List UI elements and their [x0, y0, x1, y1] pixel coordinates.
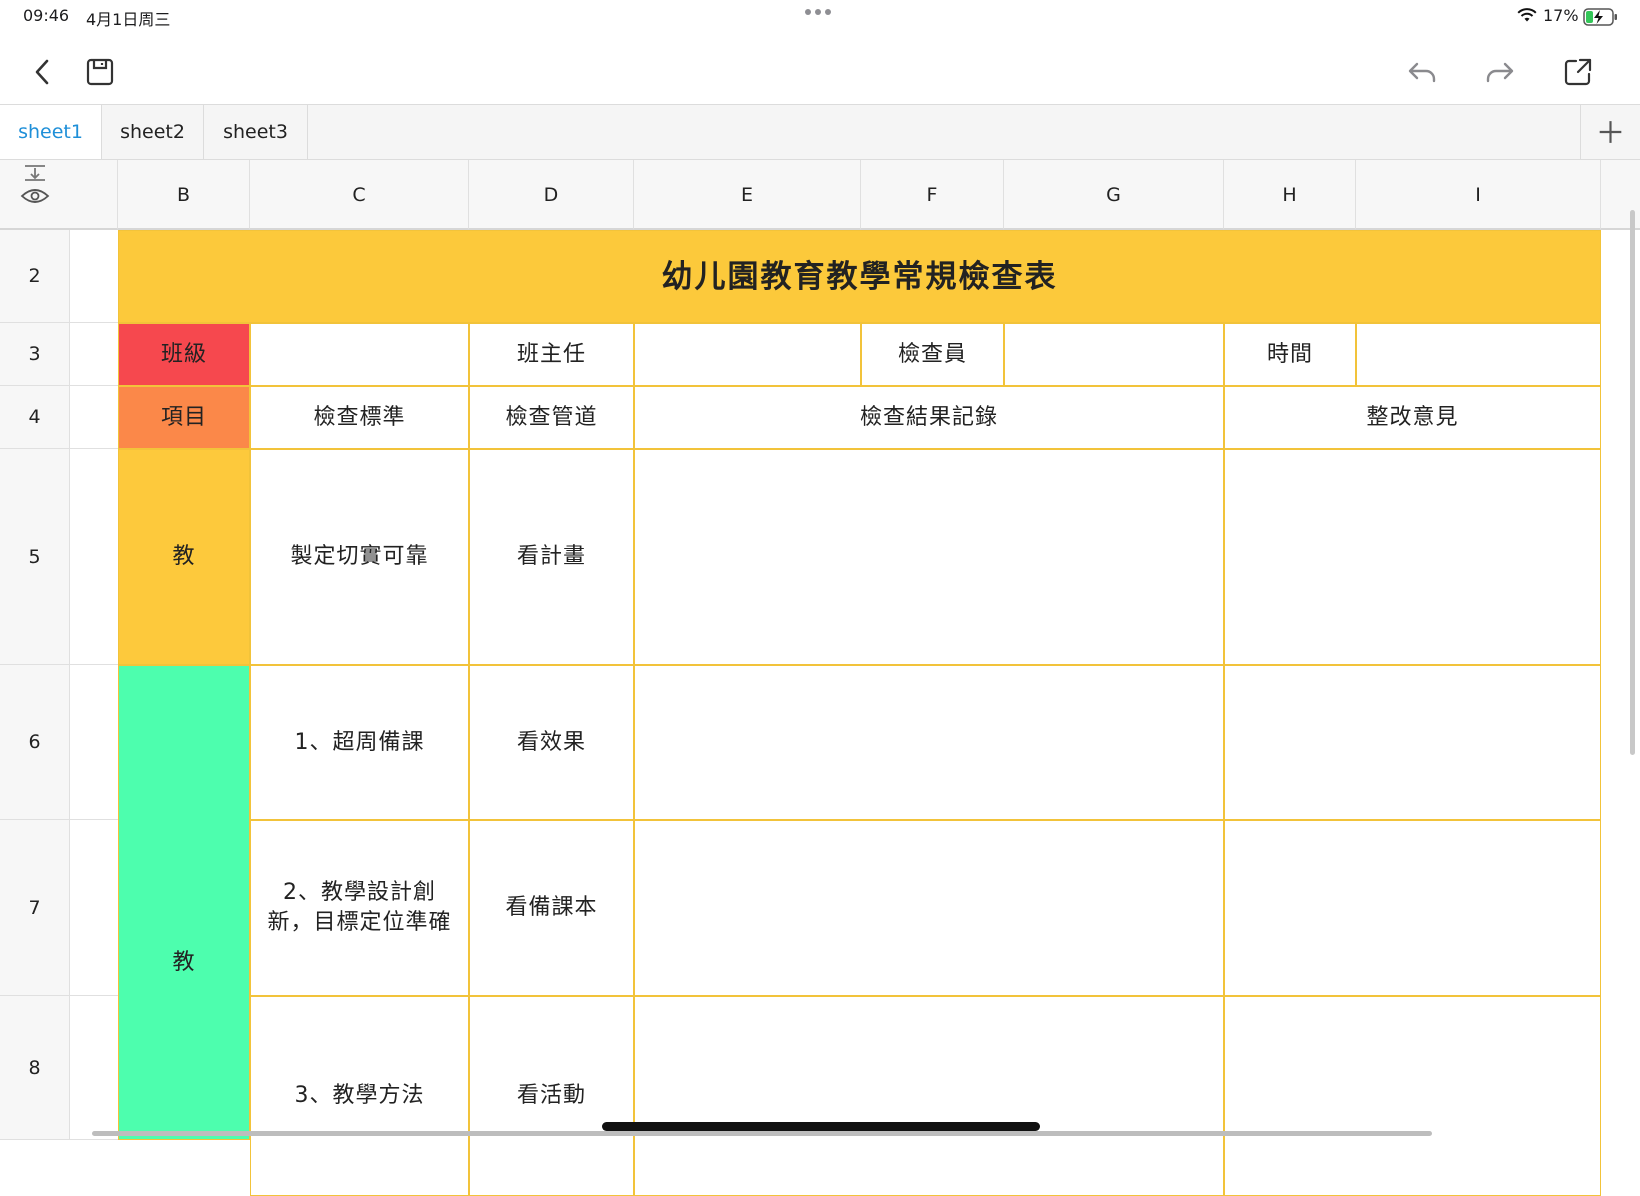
toolbar [0, 40, 1640, 104]
column-header-h[interactable]: H [1224, 160, 1356, 230]
status-time: 09:46 [23, 6, 70, 25]
header-corner[interactable] [0, 160, 118, 230]
row6-advice-cell[interactable] [1224, 665, 1601, 820]
add-sheet-icon[interactable] [1580, 105, 1640, 159]
row-header-7[interactable]: 7 [0, 820, 70, 996]
column-header-g[interactable]: G [1004, 160, 1224, 230]
row5-item-cell[interactable]: 教 [118, 449, 250, 665]
row7-result-cell[interactable] [634, 820, 1224, 996]
row7-advice-cell[interactable] [1224, 820, 1601, 996]
row8-standard-cell[interactable]: 3、教學方法 [250, 996, 469, 1196]
cell-a3[interactable] [70, 323, 118, 386]
cell-a2[interactable] [70, 230, 118, 323]
cell-a4[interactable] [70, 386, 118, 449]
row6-result-cell[interactable] [634, 665, 1224, 820]
inspector-label-cell[interactable]: 檢查員 [861, 323, 1004, 386]
column-header-f[interactable]: F [861, 160, 1004, 230]
undo-icon[interactable] [1404, 54, 1440, 90]
battery-percent: 17% [1543, 6, 1579, 25]
eye-icon[interactable] [20, 186, 50, 206]
cell-a7[interactable] [70, 820, 118, 996]
cell-a8[interactable] [70, 996, 118, 1140]
row5-channel-cell[interactable]: 看計畫 [469, 449, 634, 665]
column-header-b[interactable]: B [118, 160, 250, 230]
row8-advice-cell[interactable] [1224, 996, 1601, 1196]
tab-sheet2[interactable]: sheet2 [102, 105, 204, 159]
class-value-cell[interactable] [250, 323, 469, 386]
class-label-cell[interactable]: 班級 [118, 323, 250, 386]
result-header-cell[interactable]: 檢查結果記錄 [634, 386, 1224, 449]
column-header-i[interactable]: I [1356, 160, 1601, 230]
row-header-2[interactable]: 2 [0, 230, 70, 323]
column-header-c[interactable]: C [250, 160, 469, 230]
tab-sheet3[interactable]: sheet3 [204, 105, 308, 159]
row-header-8[interactable]: 8 [0, 996, 70, 1140]
standard-header-cell[interactable]: 檢查標準 [250, 386, 469, 449]
row-header-3[interactable]: 3 [0, 323, 70, 386]
row5-standard-cell[interactable]: 製定切實可靠 [250, 449, 469, 665]
row-header-4[interactable]: 4 [0, 386, 70, 449]
status-bar: 09:46 4月1日周三 17% [0, 0, 1640, 34]
column-header-e[interactable]: E [634, 160, 861, 230]
row7-channel-cell[interactable]: 看備課本 [469, 820, 634, 996]
row7-standard-cell[interactable]: 2、教學設計創新，目標定位準確 [250, 820, 469, 996]
save-icon[interactable] [82, 54, 118, 90]
item-header-cell[interactable]: 項目 [118, 386, 250, 449]
inspector-value-cell[interactable] [1004, 323, 1224, 386]
head-teacher-label-cell[interactable]: 班主任 [469, 323, 634, 386]
sheet-title-cell[interactable]: 幼儿園教育教學常規檢查表 [118, 230, 1601, 323]
row8-result-cell[interactable] [634, 996, 1224, 1196]
advice-header-cell[interactable]: 整改意見 [1224, 386, 1601, 449]
share-icon[interactable] [1560, 54, 1596, 90]
head-teacher-value-cell[interactable] [634, 323, 861, 386]
redo-icon[interactable] [1482, 54, 1518, 90]
wifi-icon [1517, 8, 1537, 22]
chevron-left-icon[interactable] [25, 54, 61, 90]
rows6to8-item-cell[interactable]: 教 [118, 665, 250, 1140]
time-label-cell[interactable]: 時間 [1224, 323, 1356, 386]
row6-standard-cell[interactable]: 1、超周備課 [250, 665, 469, 820]
channel-header-cell[interactable]: 檢查管道 [469, 386, 634, 449]
cell-a6[interactable] [70, 665, 118, 820]
horizontal-scrollbar[interactable] [92, 1131, 1432, 1136]
row5-advice-cell[interactable] [1224, 449, 1601, 665]
battery-charging-icon [1583, 8, 1617, 26]
row5-result-cell[interactable] [634, 449, 1224, 665]
sheet-tab-bar: sheet1 sheet2 sheet3 [0, 104, 1640, 160]
row8-channel-cell[interactable]: 看活動 [469, 996, 634, 1196]
column-header-d[interactable]: D [469, 160, 634, 230]
row6-channel-cell[interactable]: 看效果 [469, 665, 634, 820]
vertical-scrollbar[interactable] [1630, 210, 1635, 755]
tab-sheet1[interactable]: sheet1 [0, 105, 102, 159]
freeze-icon[interactable] [20, 162, 50, 184]
row-header-5[interactable]: 5 [0, 449, 70, 665]
time-value-cell[interactable] [1356, 323, 1601, 386]
status-date: 4月1日周三 [86, 10, 171, 29]
cell-a5[interactable] [70, 449, 118, 665]
home-indicator[interactable] [602, 1122, 1040, 1131]
multitasking-dots-icon[interactable] [805, 9, 831, 15]
row-header-6[interactable]: 6 [0, 665, 70, 820]
